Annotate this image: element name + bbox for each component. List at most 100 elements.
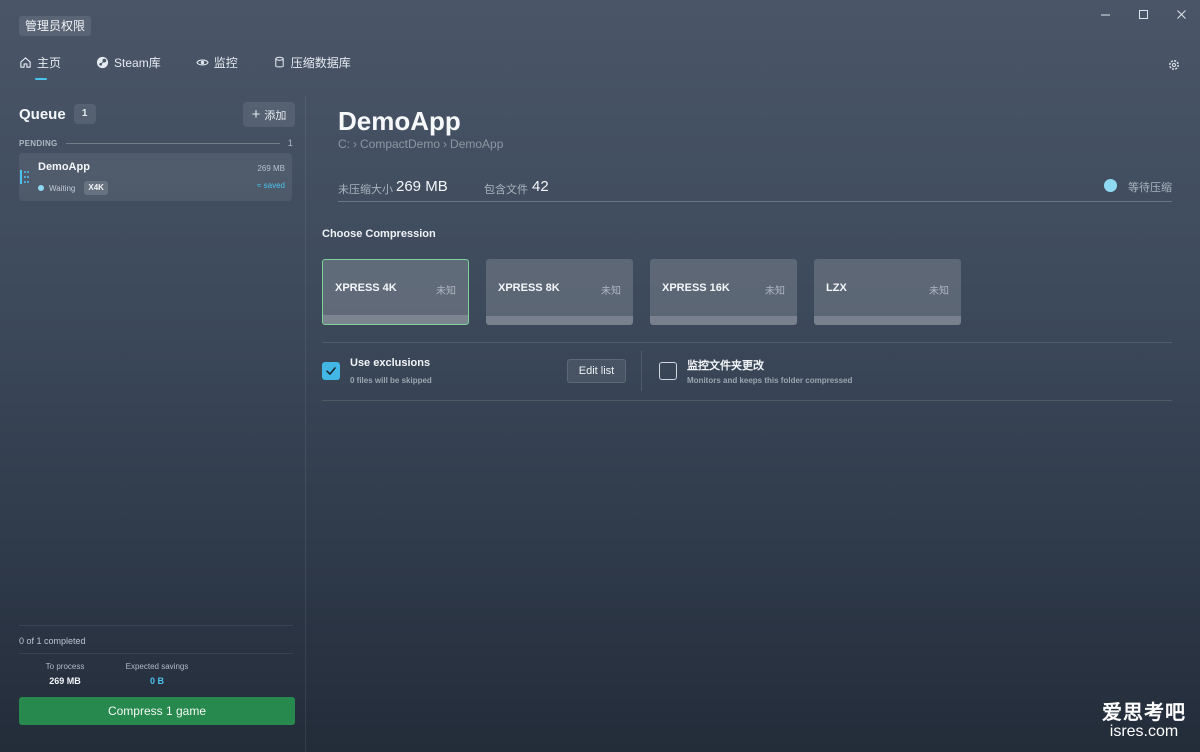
maximize-button[interactable] [1124,0,1162,28]
breadcrumb-separator: › [443,137,448,151]
page-title: DemoApp [338,106,461,136]
queue-item-saved: ≈ saved [257,181,285,190]
algorithm-name: XPRESS 4K [335,282,397,294]
algorithm-bar [486,316,633,325]
algorithm-estimate: 未知 [765,286,785,297]
to-process-label: To process [45,662,85,671]
queue-item-size: 269 MB [257,164,285,173]
use-exclusions-checkbox[interactable] [322,362,340,380]
queue-header: Queue 1 [19,104,96,124]
algorithm-name: XPRESS 16K [662,282,730,294]
plus-icon: + [251,106,261,123]
algorithm-estimate: 未知 [601,286,621,297]
maximize-icon [1138,9,1148,19]
status-dot [38,185,44,191]
admin-badge: 管理员权限 [19,16,92,36]
home-icon [20,56,31,68]
algorithm-estimate: 未知 [929,286,949,297]
to-process-value: 269 MB [49,676,81,686]
eye-icon [196,59,209,65]
watermark-en: isres.com [1109,723,1179,740]
edit-list-button[interactable]: Edit list [567,359,626,383]
checkmark-icon [326,367,336,375]
monitor-folder-title: 监控文件夹更改 [687,360,764,372]
breadcrumb-separator: › [353,137,357,151]
minimize-icon [1100,14,1110,15]
algorithm-xpress8k[interactable]: XPRESS 8K 未知 [486,259,633,325]
title-bar: 管理员权限 [0,0,1200,44]
algorithm-badge: X4K [84,181,108,195]
monitor-folder-checkbox[interactable] [659,362,677,380]
minimize-button[interactable] [1086,0,1124,28]
compress-button[interactable]: Compress 1 game [19,697,295,725]
queue-sidebar: Queue 1 + 添加 PENDING 1 DemoApp 269 MB Wa… [0,96,306,752]
nav-database-label: 压缩数据库 [290,55,351,70]
algorithm-bar [814,316,961,325]
options-divider-bottom [322,400,1172,401]
steam-icon [96,56,109,68]
uncompressed-value: 269 MB [396,178,448,195]
algorithm-bar [650,316,797,325]
algorithm-name: LZX [826,282,847,294]
monitor-folder-subtitle: Monitors and keeps this folder compresse… [687,376,853,385]
footer-divider [19,625,293,626]
pending-count: 1 [287,138,293,148]
files-label: 包含文件 [484,184,528,196]
algorithm-estimate: 未知 [436,286,456,297]
options-separator [641,351,642,391]
files-value: 42 [532,178,549,195]
uncompressed-label: 未压缩大小 [338,184,393,196]
breadcrumb-app: DemoApp [450,137,504,151]
to-process-stat: To process 269 MB [38,662,92,686]
nav-monitor-label: 监控 [213,55,238,70]
close-button[interactable] [1162,0,1200,28]
algorithm-xpress4k[interactable]: XPRESS 4K 未知 [322,259,469,325]
savings-value: 0 B [149,676,164,686]
queue-item-status: Waiting X4K [38,181,108,195]
window-controls [1086,0,1200,28]
options-divider-top [322,342,1172,343]
algorithm-xpress16k[interactable]: XPRESS 16K 未知 [650,259,797,325]
settings-button[interactable] [1167,58,1181,72]
queue-item-status-text: Waiting [49,183,76,193]
nav-monitor[interactable]: 监控 [196,52,238,72]
watermark-cn: 爱思考吧 [1102,702,1186,724]
drag-handle-icon[interactable] [20,170,30,184]
add-button[interactable]: + 添加 [243,102,295,127]
choose-compression-title: Choose Compression [322,228,436,240]
main-nav: 主页 Steam库 监控 压缩数据库 [19,52,386,80]
nav-home-label: 主页 [37,55,62,70]
algorithm-lzx[interactable]: LZX 未知 [814,259,961,325]
info-row: 未压缩大小 269 MB 包含文件 42 等待压缩 [338,176,1172,202]
savings-label: Expected savings [125,662,189,671]
breadcrumb: C: › CompactDemo › DemoApp [338,137,503,151]
watermark-logo: 爱思考吧 isres.com [1102,702,1186,740]
pending-header: PENDING 1 [19,137,293,149]
use-exclusions-subtitle: 0 files will be skipped [350,376,432,385]
use-exclusions-title: Use exclusions [350,357,431,369]
close-icon [1176,9,1186,19]
breadcrumb-folder: CompactDemo [360,137,441,151]
main-panel: DemoApp C: › CompactDemo › DemoApp 未压缩大小… [306,96,1200,752]
queue-title: Queue [19,105,66,123]
algorithm-bar [323,315,468,324]
queue-item-name: DemoApp [38,161,90,173]
savings-stat: Expected savings 0 B [120,662,194,686]
nav-home[interactable]: 主页 [19,52,62,80]
pending-label: PENDING [19,138,58,148]
add-button-label: 添加 [264,109,287,122]
breadcrumb-drive: C: [338,137,350,151]
queue-item[interactable]: DemoApp 269 MB Waiting X4K ≈ saved [19,153,292,201]
pending-divider [65,142,280,144]
nav-steam-label: Steam库 [114,55,161,70]
database-icon [274,56,284,67]
nav-steam-library[interactable]: Steam库 [96,52,161,72]
algorithm-name: XPRESS 8K [498,282,560,294]
status-text: 等待压缩 [1128,182,1172,194]
footer-divider-2 [19,653,293,654]
completed-count: 0 of 1 completed [19,636,86,646]
queue-count-badge: 1 [73,104,96,124]
status-dot [1104,179,1117,192]
gear-icon [1169,60,1179,70]
nav-database[interactable]: 压缩数据库 [273,52,351,72]
